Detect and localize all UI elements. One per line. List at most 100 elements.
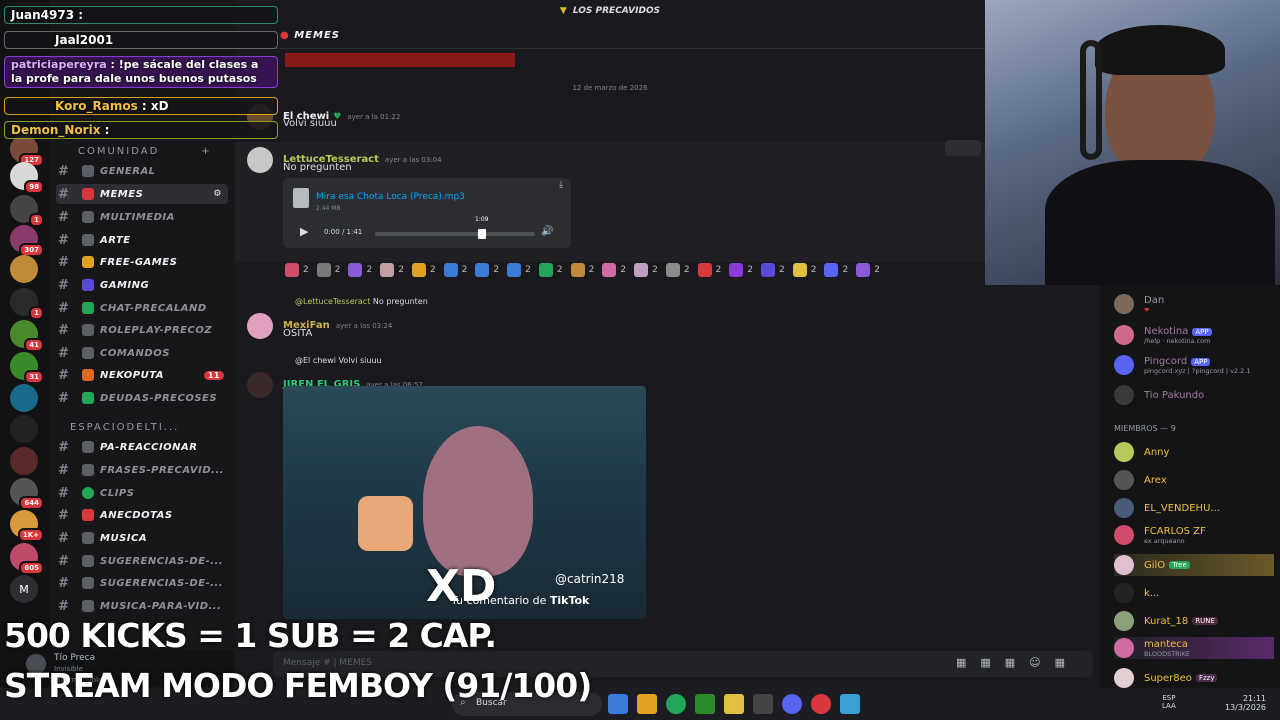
server-icon[interactable]: 31	[10, 352, 44, 384]
overlay-caption-line-1: 500 KICKS = 1 SUB = 2 CAP.	[4, 616, 497, 655]
language-indicator[interactable]: ESP LAA	[1162, 694, 1176, 710]
member-tio-pakundo[interactable]: Tio Pakundo	[1114, 384, 1274, 406]
channel-frases[interactable]: # FRASES-PRECAVID...	[56, 460, 228, 480]
channel-anecdotas[interactable]: # ANECDOTAS	[56, 505, 228, 525]
download-icon[interactable]: ⤓	[559, 180, 563, 190]
server-icon[interactable]: 644	[10, 478, 44, 510]
app-icon[interactable]	[637, 694, 657, 714]
member-dan[interactable]: Dan ❤	[1114, 293, 1274, 315]
reaction-chip[interactable]: 2	[602, 262, 626, 278]
server-icon[interactable]: 127	[10, 135, 44, 167]
channel-multimedia[interactable]: # MULTIMEDIA	[56, 207, 228, 227]
chrome-icon[interactable]	[666, 694, 686, 714]
reaction-chip[interactable]: 2	[411, 262, 436, 278]
server-icon[interactable]	[10, 255, 38, 283]
channel-comandos[interactable]: # COMANDOS	[56, 343, 228, 363]
member-gilo[interactable]: GilO Tree	[1114, 554, 1274, 576]
server-icon[interactable]: 1	[10, 195, 44, 227]
category-comunidad[interactable]: COMUNIDAD +	[60, 146, 212, 157]
channel-sugerencias-2[interactable]: # SUGERENCIAS-DE-...	[56, 573, 228, 593]
reaction-chip[interactable]: 2	[729, 262, 753, 278]
reaction-chip[interactable]: 2	[443, 262, 467, 278]
channel-general[interactable]: # GENERAL	[56, 161, 228, 181]
play-button[interactable]: ▶	[300, 225, 308, 238]
server-icon[interactable]: 41	[10, 320, 44, 352]
member-anny[interactable]: Anny	[1114, 441, 1274, 463]
volume-icon[interactable]: 🔊	[541, 226, 553, 237]
clock[interactable]: 21:11 13/3/2026	[1225, 694, 1266, 712]
app-icon[interactable]	[608, 694, 628, 714]
member-manteca[interactable]: manteca BLOODSTRIKE	[1114, 637, 1274, 659]
category-espacio[interactable]: ESPACIODELTI...	[60, 422, 179, 433]
reaction-chip[interactable]: 2	[761, 262, 785, 278]
reaction-chip[interactable]: 2	[348, 262, 372, 278]
member-kurat[interactable]: Kurat_18 RUNE	[1114, 610, 1274, 632]
folder-icon[interactable]	[724, 694, 744, 714]
reaction-chip[interactable]: 2	[570, 262, 594, 278]
member-arex[interactable]: Arex	[1114, 469, 1274, 491]
channel-emoji-icon	[82, 509, 94, 521]
member-super8eo[interactable]: Super8eo Fzzy	[1114, 667, 1274, 689]
channel-gaming[interactable]: # GAMING	[56, 275, 228, 295]
server-icon[interactable]: 98	[10, 162, 44, 194]
reaction-chip[interactable]: 2	[475, 262, 499, 278]
reaction-chip[interactable]: 2	[380, 262, 404, 278]
reaction-chip[interactable]: 2	[316, 262, 340, 278]
avatar[interactable]	[247, 147, 273, 173]
reaction-chip[interactable]: 2	[285, 262, 309, 278]
server-icon[interactable]	[10, 384, 38, 412]
member-pingcord[interactable]: Pingcord APP pingcord.xyz | ?pingcord | v2…	[1114, 354, 1274, 376]
server-icon[interactable]	[10, 415, 38, 443]
channel-chat-precaland[interactable]: # CHAT-PRECALAND	[56, 298, 228, 318]
reaction-count: 2	[779, 265, 785, 275]
obs-icon[interactable]	[811, 694, 831, 714]
reaction-emoji-icon	[507, 263, 522, 277]
audio-seek-bar[interactable]	[375, 229, 535, 239]
add-channel-icon[interactable]: +	[201, 146, 211, 157]
server-icon[interactable]: 605	[10, 543, 44, 575]
member-el-vendehu[interactable]: EL_VENDEHU...	[1114, 497, 1274, 519]
reaction-chip[interactable]: 2	[538, 262, 563, 278]
server-icon[interactable]: 1	[10, 288, 44, 320]
member-nekotina[interactable]: Nekotina APP/help · nekotina.com	[1114, 324, 1274, 346]
server-icon[interactable]: 307	[10, 225, 44, 257]
discord-icon[interactable]	[782, 694, 802, 714]
channel-deudas-precoses[interactable]: # DEUDAS-PRECOSES	[56, 388, 228, 408]
server-letter[interactable]: M	[10, 575, 38, 603]
reply-preview[interactable]: @LettuceTesseract No pregunten	[295, 297, 428, 306]
channel-roleplay-precoz[interactable]: # ROLEPLAY-PRECOZ	[56, 320, 228, 340]
member-fcarlos[interactable]: FCARLOS ZF ex arqueano	[1114, 524, 1274, 546]
reply-preview[interactable]: @El chewi Volvi siuuu	[295, 356, 382, 365]
message-actions[interactable]	[945, 140, 981, 156]
channel-clips[interactable]: # CLIPS	[56, 483, 228, 503]
excel-icon[interactable]	[695, 694, 715, 714]
meme-image[interactable]: XD @catrin218 Tu comentario de TikTok	[283, 386, 646, 619]
avatar	[1114, 385, 1134, 405]
channel-free-games[interactable]: # FREE-GAMES	[56, 252, 228, 272]
server-icon[interactable]	[10, 447, 38, 475]
notepad-icon[interactable]	[840, 694, 860, 714]
input-toolbar-icons[interactable]: ▦▦▦☺▦	[956, 656, 1079, 669]
channel-emoji-icon	[82, 441, 94, 453]
reaction-chip[interactable]: 2	[792, 262, 816, 278]
settings-icon[interactable]: ⚙	[213, 189, 222, 199]
reaction-chip[interactable]: 2	[634, 262, 658, 278]
avatar[interactable]	[247, 372, 273, 398]
reaction-chip[interactable]: 2	[697, 262, 721, 278]
channel-memes[interactable]: # MEMES ⚙	[56, 184, 228, 204]
avatar[interactable]	[247, 313, 273, 339]
reaction-chip[interactable]: 2	[507, 262, 531, 278]
file-name-link[interactable]: Mira esa Chota Loca (Preca).mp3	[316, 192, 465, 202]
member-k[interactable]: k...	[1114, 582, 1274, 604]
channel-nekoputa[interactable]: # NEKOPUTA 11	[56, 365, 228, 385]
server-icon[interactable]: 1K+	[10, 510, 44, 542]
store-icon[interactable]	[753, 694, 773, 714]
channel-musica-para-vid[interactable]: # MUSICA-PARA-VID...	[56, 596, 228, 616]
reaction-chip[interactable]: 2	[824, 262, 848, 278]
reaction-chip[interactable]: 2	[856, 262, 880, 278]
channel-musica[interactable]: # MUSICA	[56, 528, 228, 548]
channel-arte[interactable]: # ARTE	[56, 230, 228, 250]
reaction-chip[interactable]: 2	[665, 262, 690, 278]
channel-pa-reaccionar[interactable]: # PA-REACCIONAR	[56, 437, 228, 457]
channel-sugerencias-1[interactable]: # SUGERENCIAS-DE-...	[56, 551, 228, 571]
